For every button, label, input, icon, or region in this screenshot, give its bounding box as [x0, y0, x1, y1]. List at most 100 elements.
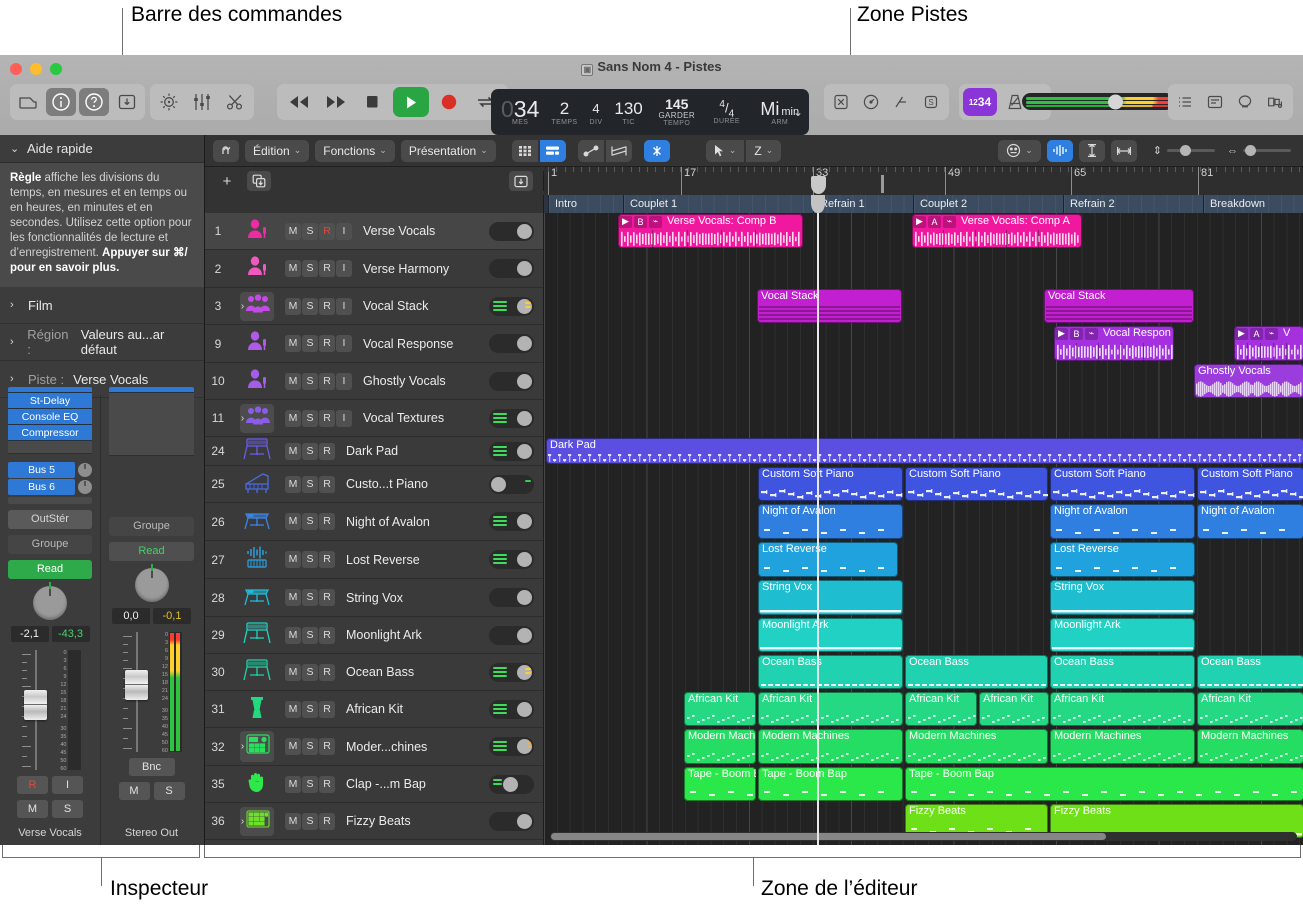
- volume-fader-out[interactable]: [121, 632, 151, 752]
- region[interactable]: African Kit: [684, 692, 756, 726]
- region[interactable]: Ocean Bass: [905, 655, 1048, 689]
- markers[interactable]: IntroCouplet 1Refrain 1Couplet 2Refrain …: [544, 195, 1303, 213]
- no-mute-icon[interactable]: [827, 88, 855, 116]
- track-name[interactable]: Dark Pad: [335, 444, 489, 458]
- track-button-m[interactable]: M: [285, 551, 301, 568]
- track-button-r[interactable]: R: [319, 813, 335, 830]
- track-button-m[interactable]: M: [285, 627, 301, 644]
- playhead-handle-marker[interactable]: [811, 195, 825, 213]
- region[interactable]: Night of Avalon: [1197, 504, 1303, 539]
- track-stack-group[interactable]: ›: [240, 292, 274, 321]
- region[interactable]: Custom Soft Piano: [1197, 467, 1303, 501]
- insert-slot-1[interactable]: St-Delay: [8, 393, 92, 409]
- track-button-r[interactable]: R: [319, 223, 335, 240]
- region-chip[interactable]: ⌁: [1265, 328, 1278, 340]
- track-button-r[interactable]: R: [319, 701, 335, 718]
- track-button-m[interactable]: M: [285, 443, 301, 460]
- mute-button[interactable]: M: [17, 800, 48, 818]
- track-name[interactable]: Vocal Stack: [352, 299, 489, 313]
- track-button-s[interactable]: S: [302, 335, 318, 352]
- track-button-m[interactable]: M: [285, 701, 301, 718]
- track-button-r[interactable]: R: [319, 664, 335, 681]
- region-chip[interactable]: ▶: [619, 216, 632, 228]
- track-name[interactable]: Vocal Textures: [352, 411, 489, 425]
- track-header[interactable]: 1MSRIVerse Vocals: [205, 213, 543, 250]
- region-chip[interactable]: B: [1070, 328, 1083, 340]
- track-volume-toggle[interactable]: [489, 812, 534, 831]
- region[interactable]: Tape - Boom Bap: [905, 767, 1303, 801]
- track-icon-cell[interactable]: [231, 368, 283, 395]
- track-button-m[interactable]: M: [285, 373, 301, 390]
- track-volume-toggle[interactable]: [489, 737, 534, 756]
- vertical-zoom-slider[interactable]: ⇕: [1153, 144, 1215, 157]
- track-button-i[interactable]: I: [336, 410, 352, 427]
- send-slot-empty[interactable]: [8, 497, 92, 504]
- track-icon-cell[interactable]: [231, 770, 283, 799]
- track-header[interactable]: 30MSROcean Bass: [205, 654, 543, 691]
- pan-value[interactable]: -2,1: [11, 626, 49, 642]
- region-chip[interactable]: A: [1250, 328, 1263, 340]
- track-button-r[interactable]: R: [319, 476, 335, 493]
- region[interactable]: African Kit: [979, 692, 1049, 726]
- send-slot-1[interactable]: Bus 5: [8, 462, 75, 478]
- menu-fonctions[interactable]: Fonctions⌄: [315, 140, 395, 162]
- region[interactable]: Vocal Stack: [1044, 289, 1194, 323]
- vertical-zoom-track[interactable]: [1167, 149, 1215, 152]
- chevron-right-icon[interactable]: ›: [10, 373, 19, 385]
- region[interactable]: Custom Soft Piano: [1050, 467, 1195, 501]
- region[interactable]: ▶B⌁Verse Vocals: Comp B: [618, 214, 803, 248]
- track-button-m[interactable]: M: [285, 813, 301, 830]
- chevron-right-icon[interactable]: ›: [241, 413, 244, 424]
- track-name[interactable]: African Kit: [335, 702, 489, 716]
- rewind-icon[interactable]: [282, 88, 316, 116]
- track-name[interactable]: Clap -...m Bap: [335, 777, 489, 791]
- record-enable-button[interactable]: R: [17, 776, 48, 794]
- toggle-knob[interactable]: [491, 477, 506, 492]
- region[interactable]: ▶A⌁Verse Vocals: Comp A: [912, 214, 1082, 248]
- info-icon[interactable]: [46, 88, 76, 116]
- track-button-r[interactable]: R: [319, 373, 335, 390]
- group-slot[interactable]: Groupe: [8, 535, 92, 554]
- region[interactable]: Dark Pad: [546, 438, 1303, 464]
- region[interactable]: Ocean Bass: [758, 655, 903, 689]
- track-volume-toggle[interactable]: [489, 372, 534, 391]
- track-volume-toggle[interactable]: [489, 550, 534, 569]
- track-icon-cell[interactable]: ›: [231, 807, 283, 836]
- insert-slots-empty-out[interactable]: [109, 393, 194, 456]
- snap-icon[interactable]: [644, 140, 670, 162]
- notes-icon[interactable]: [1201, 88, 1229, 116]
- region[interactable]: Lost Reverse: [1050, 542, 1195, 577]
- chevron-down-icon[interactable]: ⌄: [10, 142, 19, 155]
- track-button-r[interactable]: R: [319, 551, 335, 568]
- help-icon[interactable]: [79, 88, 109, 116]
- region-chip[interactable]: ▶: [913, 216, 926, 228]
- insert-slot-2[interactable]: Console EQ: [8, 409, 92, 425]
- region[interactable]: African Kit: [758, 692, 903, 726]
- inspector-row-film[interactable]: › Film: [0, 287, 204, 324]
- region[interactable]: Modern Machines: [905, 729, 1048, 764]
- track-header[interactable]: 24MSRDark Pad: [205, 437, 543, 466]
- track-stack-group[interactable]: ›: [240, 404, 274, 433]
- track-button-m[interactable]: M: [285, 589, 301, 606]
- track-button-m[interactable]: M: [285, 738, 301, 755]
- menu-edition[interactable]: Édition⌄: [245, 140, 309, 162]
- send-level-knob-1[interactable]: [78, 463, 92, 477]
- track-volume-toggle[interactable]: [489, 626, 534, 645]
- track-icon-cell[interactable]: [231, 507, 283, 536]
- track-header[interactable]: 10MSRIGhostly Vocals: [205, 363, 543, 400]
- track-button-i[interactable]: I: [336, 335, 352, 352]
- track-header[interactable]: 26MSRNight of Avalon: [205, 503, 543, 541]
- track-name[interactable]: String Vox: [335, 591, 489, 605]
- track-button-s[interactable]: S: [302, 298, 318, 315]
- marker[interactable]: Refrain 1: [813, 195, 913, 213]
- chevron-right-icon[interactable]: ›: [241, 816, 244, 827]
- browsers-icon[interactable]: [1261, 88, 1289, 116]
- track-stack-group[interactable]: ›: [240, 731, 274, 762]
- master-volume-knob[interactable]: [1108, 94, 1123, 109]
- track-button-s[interactable]: S: [302, 589, 318, 606]
- track-name[interactable]: Custo...t Piano: [335, 477, 489, 491]
- navigate-up-icon[interactable]: [213, 140, 239, 162]
- track-button-m[interactable]: M: [285, 223, 301, 240]
- toggle-knob[interactable]: [517, 224, 532, 239]
- track-icon-cell[interactable]: [231, 695, 283, 724]
